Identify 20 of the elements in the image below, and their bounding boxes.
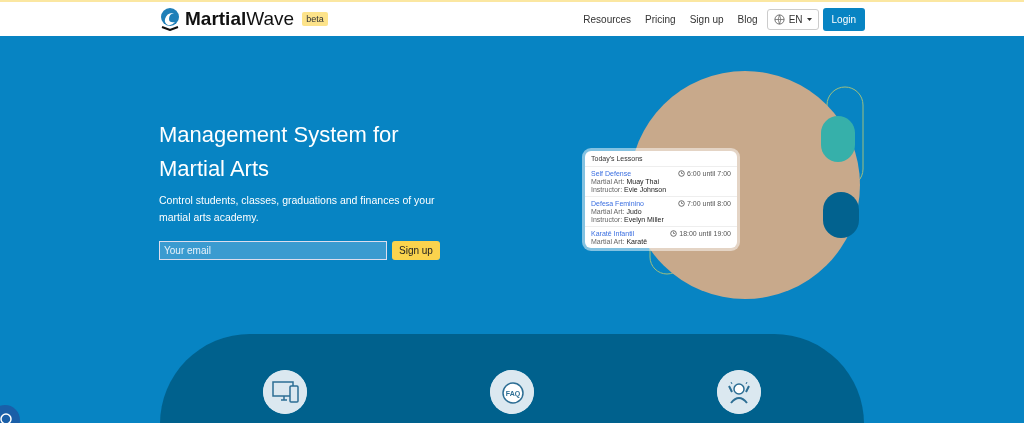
nav-link[interactable]: Sign up [684,9,729,29]
globe-icon [773,13,785,25]
logo-text: MartialWave [185,8,295,30]
nav-link[interactable]: Resources [578,9,637,29]
email-field[interactable]: Your email [159,241,387,260]
nav-link[interactable]: Pricing [640,9,681,29]
language-dropdown[interactable]: EN [766,8,819,30]
hero-subtitle: Control students, classes, graduations and finances of your martial arts academy. [159,193,436,225]
caret-icon [806,17,812,21]
clock-icon [670,230,678,237]
wave-logo-icon [159,7,181,31]
cheering-person-icon [717,370,761,414]
login-button[interactable]: Login [822,7,865,31]
hero-title: Management System for Martial Arts [159,121,400,183]
computer-and-phone-icon [263,370,307,414]
beta-badge: beta [302,12,328,26]
signup-button[interactable]: Sign up [392,241,440,260]
clock-icon [678,200,685,207]
clock-icon [678,170,685,177]
nav-link[interactable]: Blog [732,9,763,29]
